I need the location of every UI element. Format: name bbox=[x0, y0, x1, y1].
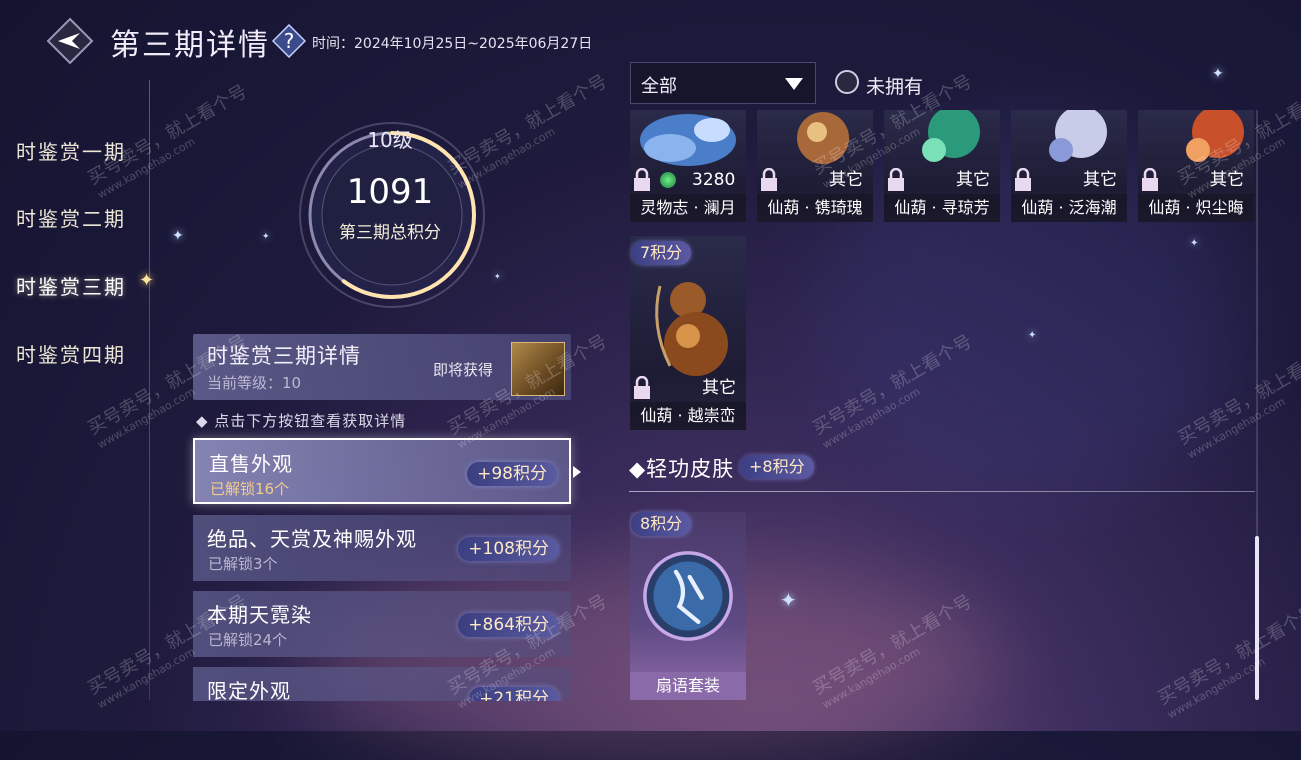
category-name: 绝品、天赏及神赐外观 bbox=[207, 527, 417, 551]
item-points-badge: 7积分 bbox=[631, 241, 692, 265]
item-price: 3280 bbox=[692, 170, 736, 190]
skin-points-badge: 8积分 bbox=[631, 512, 692, 536]
category-points-badge: +108积分 bbox=[458, 537, 559, 561]
active-marker-icon: ✦ bbox=[139, 270, 155, 291]
watermark: 买号卖号，就上看个号 www.kangehao.com bbox=[1152, 598, 1301, 722]
lock-icon bbox=[761, 168, 777, 191]
total-score-label: 第三期总积分 bbox=[339, 223, 441, 243]
hint-text: ◆ 点击下方按钮查看获取详情 bbox=[196, 412, 407, 430]
item-name: 仙葫 · 镌琦瑰 bbox=[757, 194, 873, 222]
period-details-card[interactable]: 时鉴赏三期详情 当前等级：10 即将获得 bbox=[193, 334, 571, 400]
details-title: 时鉴赏三期详情 bbox=[207, 344, 361, 368]
total-score: 1091 bbox=[346, 172, 434, 212]
category-name: 直售外观 bbox=[209, 452, 293, 476]
lock-icon bbox=[1015, 168, 1031, 191]
lock-icon bbox=[634, 376, 650, 399]
dropdown-caret-icon bbox=[785, 78, 803, 90]
category-points-badge: +98积分 bbox=[467, 462, 557, 486]
item-card[interactable]: 其它 仙葫 · 越崇峦 bbox=[630, 236, 746, 430]
section-title: ◆轻功皮肤 bbox=[629, 457, 735, 481]
back-button[interactable] bbox=[46, 17, 94, 65]
section-points-badge: +8积分 bbox=[740, 455, 814, 479]
watermark-main: 买号卖号，就上看个号 bbox=[809, 331, 976, 440]
item-card[interactable]: 其它 仙葫 · 炽尘晦 bbox=[1138, 110, 1254, 222]
item-card[interactable]: 其它 仙葫 · 寻琼芳 bbox=[884, 110, 1000, 222]
upcoming-reward-thumbnail[interactable] bbox=[511, 342, 565, 396]
category-dye[interactable]: 本期天霓染 已解锁24个 +864积分 bbox=[193, 591, 571, 657]
sidebar-item-period-1[interactable]: 时鉴赏一期 bbox=[16, 136, 126, 165]
upcoming-reward-label: 即将获得 bbox=[433, 361, 494, 379]
watermark-url: www.kangehao.com bbox=[820, 644, 923, 712]
current-level: 当前等级：10 bbox=[207, 374, 302, 392]
category-unlocked: 已解锁3个 bbox=[208, 555, 278, 573]
filter-selected-value: 全部 bbox=[641, 76, 677, 97]
svg-text:?: ? bbox=[284, 29, 295, 53]
watermark-main: 买号卖号，就上看个号 bbox=[1174, 341, 1301, 450]
category-points-badge: +864积分 bbox=[458, 613, 559, 637]
item-name: 仙葫 · 寻琼芳 bbox=[884, 194, 1000, 222]
section-divider bbox=[629, 491, 1255, 492]
category-unlocked: 已解锁24个 bbox=[208, 631, 288, 649]
watermark: 买号卖号，就上看个号 www.kangehao.com bbox=[807, 588, 982, 712]
gourd-art-icon bbox=[655, 282, 728, 376]
item-name: 仙葫 · 泛海潮 bbox=[1011, 194, 1127, 222]
period-time: 时间：2024年10月25日~2025年06月27日 bbox=[312, 36, 593, 52]
watermark-url: www.kangehao.com bbox=[1165, 654, 1268, 722]
category-points-badge: +21积分 bbox=[469, 687, 559, 701]
unowned-radio[interactable] bbox=[835, 70, 859, 94]
back-arrow-icon bbox=[46, 17, 94, 65]
category-unlocked: 已解锁16个 bbox=[210, 480, 290, 498]
item-type: 其它 bbox=[829, 170, 863, 190]
watermark-main: 买号卖号，就上看个号 bbox=[1154, 601, 1301, 710]
lock-icon bbox=[888, 168, 904, 191]
item-type: 其它 bbox=[956, 170, 990, 190]
item-card[interactable]: 3280 灵物志 · 澜月 bbox=[630, 110, 746, 222]
question-icon: ? bbox=[271, 23, 307, 59]
item-type: 其它 bbox=[1210, 170, 1244, 190]
item-name: 灵物志 · 澜月 bbox=[630, 194, 746, 222]
skin-portrait-icon bbox=[643, 551, 733, 641]
filter-dropdown[interactable]: 全部 bbox=[630, 62, 816, 104]
scrollbar-thumb[interactable] bbox=[1255, 536, 1259, 700]
watermark-url: www.kangehao.com bbox=[820, 384, 923, 452]
unowned-label: 未拥有 bbox=[866, 76, 924, 98]
item-type: 其它 bbox=[1083, 170, 1117, 190]
category-limited[interactable]: 限定外观 +21积分 bbox=[193, 667, 571, 701]
item-card[interactable]: 其它 仙葫 · 泛海潮 bbox=[1011, 110, 1127, 222]
jade-currency-icon bbox=[660, 172, 676, 188]
item-card[interactable]: 其它 仙葫 · 镌琦瑰 bbox=[757, 110, 873, 222]
category-premium[interactable]: 绝品、天赏及神赐外观 已解锁3个 +108积分 bbox=[193, 515, 571, 581]
item-name: 仙葫 · 越崇峦 bbox=[630, 402, 746, 430]
watermark: 买号卖号，就上看个号 www.kangehao.com bbox=[1172, 338, 1301, 462]
category-name: 限定外观 bbox=[207, 679, 291, 701]
category-direct-sale[interactable]: 直售外观 已解锁16个 +98积分 bbox=[193, 438, 571, 504]
lock-icon bbox=[634, 168, 650, 191]
page-title: 第三期详情 bbox=[110, 28, 270, 63]
level-text: 10级 bbox=[367, 128, 413, 152]
watermark-url: www.kangehao.com bbox=[1185, 394, 1288, 462]
help-button[interactable]: ? bbox=[271, 23, 307, 59]
skin-item-name: 扇语套装 bbox=[630, 672, 746, 700]
sidebar-item-period-4[interactable]: 时鉴赏四期 bbox=[16, 339, 126, 368]
watermark: 买号卖号，就上看个号 www.kangehao.com bbox=[807, 328, 982, 452]
skin-item-card[interactable]: 扇语套装 bbox=[630, 512, 746, 700]
selected-arrow-icon bbox=[573, 466, 581, 478]
category-name: 本期天霓染 bbox=[207, 603, 312, 627]
sidebar-divider bbox=[149, 80, 150, 700]
item-type: 其它 bbox=[702, 378, 736, 398]
sidebar-item-period-3[interactable]: 时鉴赏三期 bbox=[16, 271, 126, 300]
watermark-main: 买号卖号，就上看个号 bbox=[809, 591, 976, 700]
sidebar-item-period-2[interactable]: 时鉴赏二期 bbox=[16, 203, 126, 232]
lock-icon bbox=[1142, 168, 1158, 191]
item-name: 仙葫 · 炽尘晦 bbox=[1138, 194, 1254, 222]
